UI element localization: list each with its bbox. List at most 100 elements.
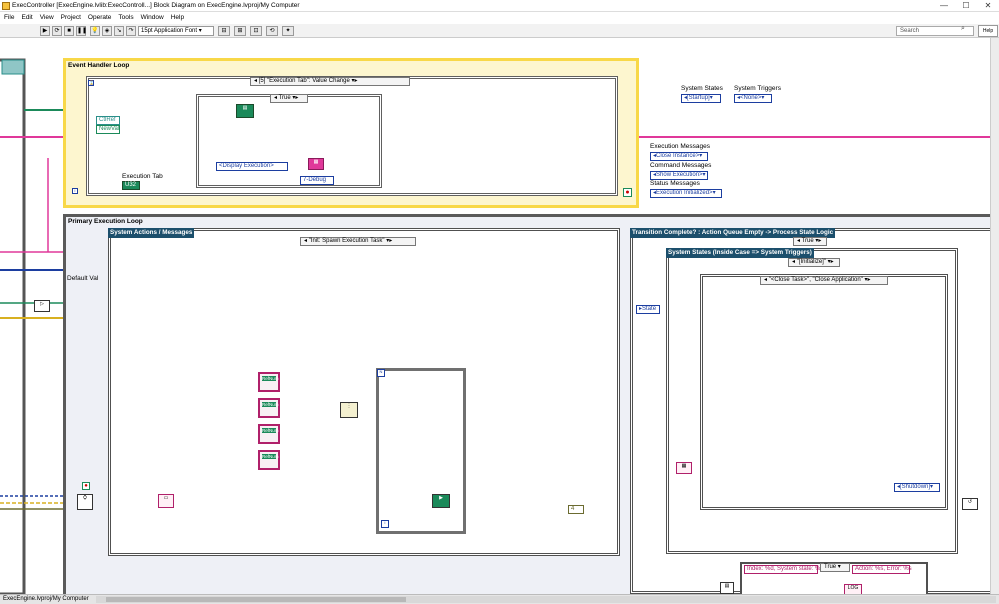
menu-project[interactable]: Project xyxy=(61,12,81,24)
distribute-objects-icon[interactable]: ⊞ xyxy=(234,26,246,36)
status-messages-constant[interactable]: ◂Execution Initialized>▾ xyxy=(650,189,722,198)
refnum-constant[interactable]: RefNum xyxy=(258,450,280,470)
menu-operate[interactable]: Operate xyxy=(88,12,112,24)
spawn-case-selector[interactable]: ◂ "Init: Spawn Execution Task" ▾▸ xyxy=(300,237,416,246)
execution-tab-terminal[interactable]: U32 xyxy=(122,181,140,190)
window-controls: — ☐ ✕ xyxy=(933,0,999,12)
display-execution-constant[interactable]: <Display Execution> xyxy=(216,162,288,171)
maximize-button[interactable]: ☐ xyxy=(955,0,977,12)
step-into-icon[interactable]: ↘ xyxy=(114,26,124,36)
command-messages-constant[interactable]: ◂Show Execution>▾ xyxy=(650,171,708,180)
format-node[interactable]: ▤ xyxy=(720,582,734,594)
wire-value-probe: 4 xyxy=(568,505,584,514)
step-over-icon[interactable]: ↷ xyxy=(126,26,136,36)
format-string-constant[interactable]: Index: %d, System state: % xyxy=(744,565,820,574)
toolbar: ▶ ⟳ ■ ❚❚ 💡 ◈ ↘ ↷ 15pt Application Font ▾… xyxy=(0,24,999,38)
search-placeholder: Search xyxy=(900,28,920,34)
spawn-case-label: "Init: Spawn Execution Task" xyxy=(308,238,385,244)
ctlref-terminal[interactable]: CtlRef xyxy=(96,116,120,125)
font-selector[interactable]: 15pt Application Font ▾ xyxy=(138,26,214,36)
log-node[interactable]: LOG xyxy=(844,584,862,594)
retain-wire-values-icon[interactable]: ◈ xyxy=(102,26,112,36)
block-diagram-canvas[interactable]: Event Handler Loop ◂ [5] "Execution Tab"… xyxy=(0,38,999,594)
log-vi-node[interactable]: ↺ xyxy=(962,498,978,510)
select-node[interactable]: ▷ xyxy=(34,300,50,312)
menu-window[interactable]: Window xyxy=(141,12,164,24)
inner-case-selector[interactable]: ◂ True ▾▸ xyxy=(270,94,308,103)
inner-case-structure[interactable] xyxy=(196,94,382,188)
newval-terminal[interactable]: NewVal xyxy=(96,125,120,134)
system-triggers-label: System Triggers xyxy=(734,85,781,92)
run-arrow-icon[interactable]: ▶ xyxy=(40,26,50,36)
format-string2-constant[interactable]: Action: %s, Error: %s xyxy=(852,565,912,574)
app-icon xyxy=(2,2,10,10)
for-loop-count-terminal: N xyxy=(377,369,385,377)
enqueue-message-vi[interactable]: ▦ xyxy=(308,158,324,170)
system-states-constant[interactable]: ◂[Startup]▾ xyxy=(681,94,721,103)
pause-icon[interactable]: ❚❚ xyxy=(76,26,87,36)
launch-vi-node[interactable]: ▶ xyxy=(432,494,450,508)
horizontal-scroll-thumb[interactable] xyxy=(106,597,406,602)
search-icon[interactable]: ⌕ xyxy=(961,25,965,33)
command-messages-value: Show Execution> xyxy=(656,172,703,178)
format-case-selector[interactable]: True ▾ xyxy=(820,563,850,572)
menu-view[interactable]: View xyxy=(40,12,54,24)
dequeue-node[interactable]: ▭ xyxy=(158,494,174,508)
build-array-node[interactable]: ⋮ xyxy=(340,402,358,418)
shutdown-value: [Shutdown] xyxy=(900,484,931,490)
state-terminal[interactable]: ▸State xyxy=(636,305,660,314)
run-continuously-icon[interactable]: ⟳ xyxy=(52,26,62,36)
command-messages-label: Command Messages xyxy=(650,162,712,169)
resize-objects-icon[interactable]: ⊡ xyxy=(250,26,262,36)
event-case-selector[interactable]: ◂ [5] "Execution Tab": Value Change ▾▸ xyxy=(250,77,410,86)
system-states-label: System States xyxy=(681,85,723,92)
system-actions-case[interactable] xyxy=(108,228,620,556)
refnum-constant[interactable]: RefNum xyxy=(258,424,280,444)
reorder-icon[interactable]: ⟲ xyxy=(266,26,278,36)
refnum-constant[interactable]: RefNum xyxy=(258,372,280,392)
menu-file[interactable]: File xyxy=(4,12,14,24)
vertical-scrollbar[interactable] xyxy=(990,38,999,594)
close-button[interactable]: ✕ xyxy=(977,0,999,12)
labview-window: ExecController [ExecEngine.lvlib:ExecCon… xyxy=(0,0,999,604)
horizontal-scrollbar[interactable] xyxy=(96,596,996,603)
menu-edit[interactable]: Edit xyxy=(21,12,32,24)
system-triggers-constant[interactable]: ◂<None>▾ xyxy=(734,94,772,103)
execution-messages-label: Execution Messages xyxy=(650,143,710,150)
execution-messages-constant[interactable]: ◂Close Instance>▾ xyxy=(650,152,708,161)
for-loop-index-terminal: i xyxy=(381,520,389,528)
shutdown-constant[interactable]: ◂[Shutdown]▾ xyxy=(894,483,940,492)
event-timeout-terminal[interactable]: ⌛ xyxy=(88,80,94,86)
execution-tab-label: Execution Tab xyxy=(122,173,163,180)
property-node[interactable]: ▤ xyxy=(236,104,254,118)
error-handler-node[interactable]: ⛭ xyxy=(77,494,93,510)
system-triggers-value: <None> xyxy=(740,95,762,101)
close-task-case-label: "<Close Task>", "Close Application" xyxy=(768,277,863,283)
highlight-execution-icon[interactable]: 💡 xyxy=(90,26,100,36)
state-label: State xyxy=(642,306,657,312)
status-messages-label: Status Messages xyxy=(650,180,700,187)
default-val-label: Default Val xyxy=(67,275,99,282)
debug-level-constant[interactable]: 7-Debug xyxy=(300,176,334,185)
minimize-button[interactable]: — xyxy=(933,0,955,12)
menu-tools[interactable]: Tools xyxy=(118,12,133,24)
help-button[interactable]: Help xyxy=(978,25,998,37)
event-loop-title: Event Handler Loop xyxy=(68,62,130,69)
queue-node[interactable]: ▦ xyxy=(676,462,692,474)
stop-indicator-icon: ● xyxy=(82,482,90,490)
for-loop[interactable] xyxy=(376,368,466,534)
refnum-label: RefNum xyxy=(262,454,279,459)
clean-up-diagram-icon[interactable]: ✦ xyxy=(282,26,294,36)
initialize-case-selector[interactable]: ◂ "[Initialize]" ▾▸ xyxy=(788,258,840,267)
abort-icon[interactable]: ■ xyxy=(64,26,74,36)
menu-help[interactable]: Help xyxy=(171,12,184,24)
status-bar: ExecEngine.lvproj/My Computer xyxy=(0,594,999,604)
transition-case-selector[interactable]: ◂ True ▾▸ xyxy=(793,237,827,246)
close-task-case-selector[interactable]: ◂ "<Close Task>", "Close Application" ▾▸ xyxy=(760,276,888,285)
align-objects-icon[interactable]: ⊟ xyxy=(218,26,230,36)
close-task-case[interactable] xyxy=(700,274,948,510)
inner-case-label: True xyxy=(278,95,291,101)
loop-stop-icon[interactable]: ● xyxy=(623,188,632,197)
refnum-constant[interactable]: RefNum xyxy=(258,398,280,418)
menu-bar: File Edit View Project Operate Tools Win… xyxy=(0,12,999,24)
